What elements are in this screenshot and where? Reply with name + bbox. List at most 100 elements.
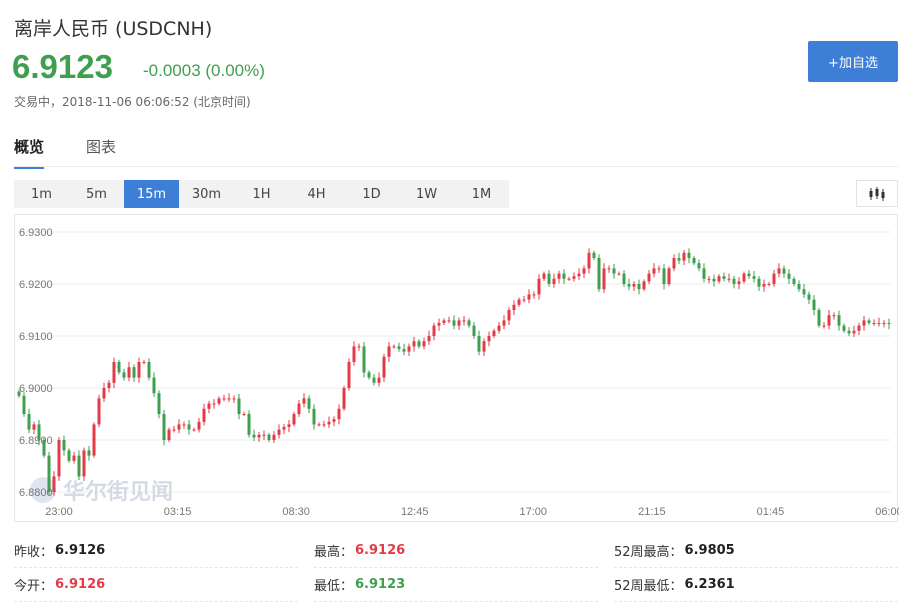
candle: [177, 419, 181, 434]
candle-body: [272, 434, 276, 440]
candle: [287, 419, 291, 433]
candle-body: [32, 424, 36, 430]
candle: [87, 445, 91, 461]
candle: [507, 307, 511, 325]
candle-body: [802, 289, 806, 295]
candle: [747, 269, 751, 280]
candle: [32, 421, 36, 435]
stat-label: 昨收：: [14, 545, 54, 560]
candle-body: [342, 388, 346, 409]
candle: [417, 339, 421, 349]
candle-body: [322, 424, 326, 426]
candle: [232, 395, 236, 403]
candle-body: [222, 398, 226, 400]
candle-body: [172, 429, 176, 431]
candle: [737, 276, 741, 290]
x-tick-label: 06:00: [875, 506, 899, 518]
candle: [282, 424, 286, 435]
candle: [647, 269, 651, 285]
candle-body: [632, 284, 636, 287]
candle: [107, 379, 111, 393]
candle: [337, 404, 341, 425]
tab-bar: 概览 图表: [14, 133, 898, 169]
period-1mo[interactable]: 1M: [454, 180, 509, 208]
period-15m[interactable]: 15m: [124, 180, 179, 208]
y-tick-label: 6.8900: [19, 435, 53, 447]
stats-row: 今开： 6.9126 最低： 6.9123 52周最低： 6.2361: [14, 568, 898, 602]
candle-body: [62, 440, 66, 451]
candle: [142, 359, 146, 365]
candle-body: [332, 419, 336, 422]
candle-body: [117, 362, 121, 373]
stat-value: 6.9126: [55, 577, 106, 592]
price-chart[interactable]: 华尔街见闻 6.9300 6.9200 6.9100 6.9000 6.8900 6.88…: [14, 214, 899, 522]
candle: [382, 353, 386, 383]
candle-body: [87, 450, 91, 456]
candle: [447, 316, 451, 324]
candle-body: [882, 323, 886, 324]
page-title: 离岸人民币 (USDCNH): [14, 18, 213, 40]
y-tick-label: 6.9300: [19, 227, 53, 239]
chart-type-button[interactable]: [856, 180, 898, 207]
candle-body: [297, 403, 301, 414]
candle-body: [857, 325, 861, 331]
candle: [742, 271, 746, 284]
candle: [502, 315, 506, 330]
candle-body: [577, 273, 581, 277]
add-watchlist-button[interactable]: +加自选: [808, 41, 898, 82]
candle: [127, 362, 131, 382]
stat-prev-close: 昨收： 6.9126: [14, 534, 298, 568]
candle-body: [532, 294, 536, 296]
period-1d[interactable]: 1D: [344, 180, 399, 208]
period-5m[interactable]: 5m: [69, 180, 124, 208]
candle: [837, 310, 841, 331]
candle-body: [257, 434, 261, 438]
candle-body: [817, 310, 821, 326]
candle: [327, 416, 331, 429]
tab-chart[interactable]: 图表: [86, 136, 116, 167]
candle: [412, 336, 416, 352]
candle: [397, 342, 401, 352]
candle-body: [472, 325, 476, 336]
stat-high: 最高： 6.9126: [314, 534, 598, 568]
candle-body: [377, 377, 381, 383]
candle: [467, 318, 471, 328]
candle-body: [162, 414, 166, 440]
period-4h[interactable]: 4H: [289, 180, 344, 208]
candle: [72, 451, 76, 464]
period-1m[interactable]: 1m: [14, 180, 69, 208]
candle: [562, 269, 566, 284]
candle-body: [782, 268, 786, 274]
period-1w[interactable]: 1W: [399, 180, 454, 208]
candle: [582, 265, 586, 279]
candle: [732, 275, 736, 289]
candle: [857, 322, 861, 336]
candle-body: [457, 320, 461, 326]
candle-body: [627, 284, 631, 287]
period-1h[interactable]: 1H: [234, 180, 289, 208]
candle: [242, 411, 246, 417]
candle-body: [612, 268, 616, 274]
x-tick-label: 08:30: [282, 506, 310, 518]
candle: [272, 431, 276, 443]
candle: [487, 331, 491, 347]
period-30m[interactable]: 30m: [179, 180, 234, 208]
candle-body: [672, 258, 676, 269]
candle-body: [337, 408, 341, 420]
candle: [432, 322, 436, 341]
candle-body: [837, 315, 841, 326]
candle: [377, 372, 381, 387]
candle-body: [792, 278, 796, 284]
candle: [277, 424, 281, 439]
candle-body: [557, 273, 561, 279]
candle-body: [127, 367, 131, 378]
candle-body: [732, 278, 736, 284]
tab-overview[interactable]: 概览: [14, 136, 45, 169]
candle: [152, 372, 156, 397]
candle: [212, 399, 216, 409]
candle: [197, 418, 201, 433]
candle: [517, 297, 521, 307]
candle-body: [122, 372, 126, 378]
candle-body: [237, 398, 241, 414]
candle: [767, 281, 771, 287]
